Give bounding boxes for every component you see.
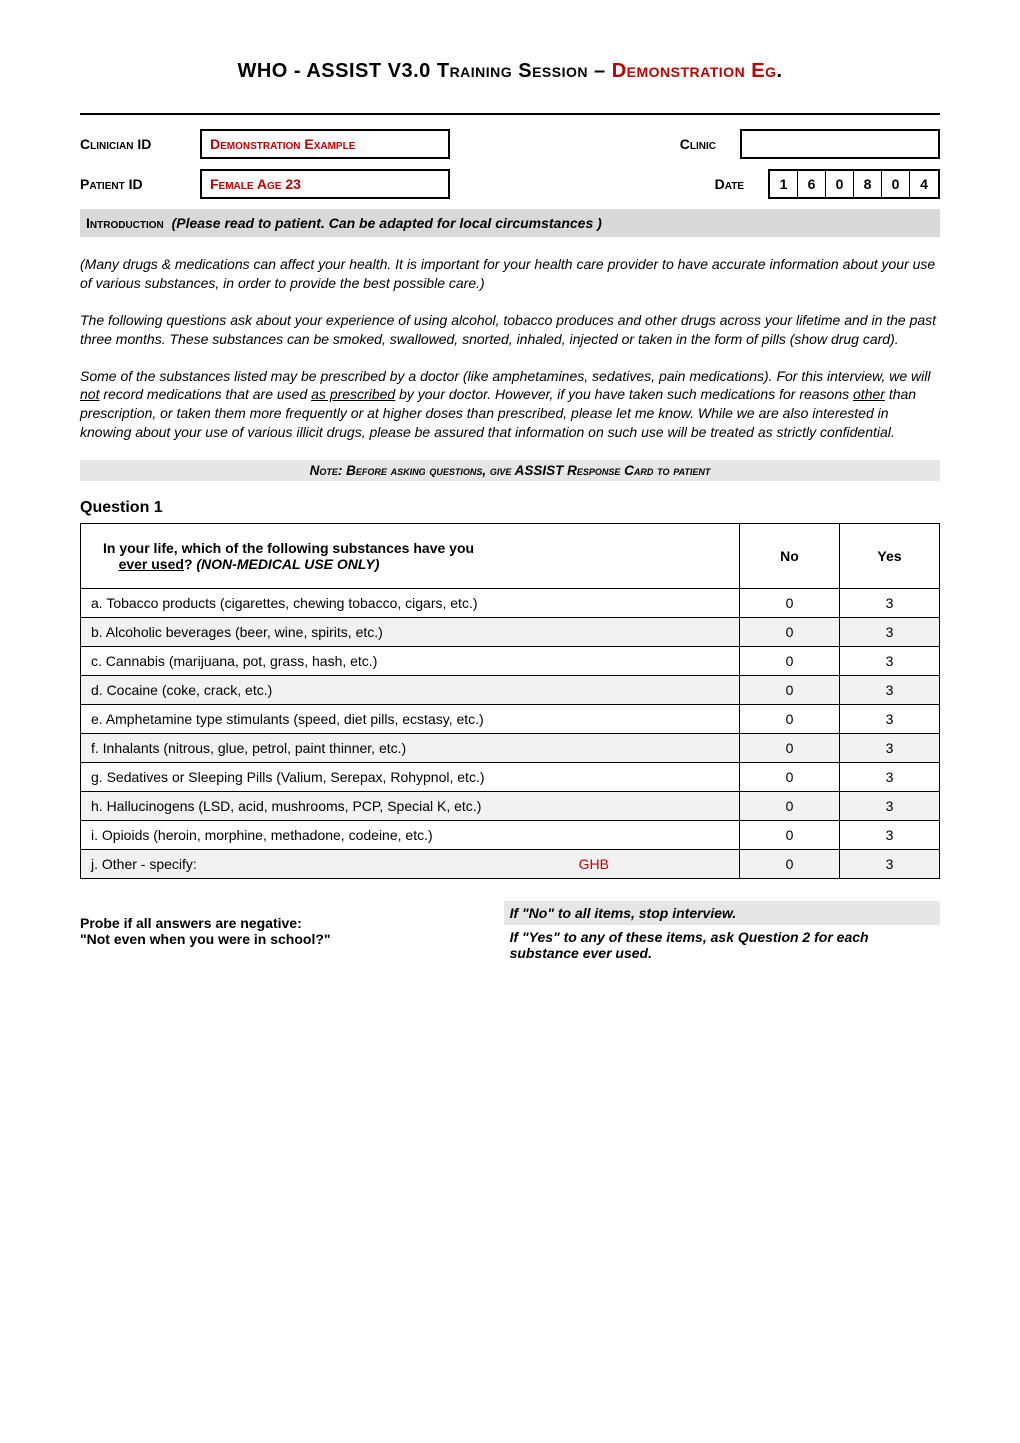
date-cell: 0: [882, 171, 910, 197]
row-no[interactable]: 0: [740, 618, 840, 647]
intro-para-2: The following questions ask about your e…: [80, 311, 940, 349]
clinician-id-field[interactable]: Demonstration Example: [200, 129, 450, 159]
date-cell: 0: [826, 171, 854, 197]
table-row-other: j. Other - specify: GHB 0 3: [81, 850, 940, 879]
table-row: a. Tobacco products (cigarettes, chewing…: [81, 589, 940, 618]
q1-header-text: In your life, which of the following sub…: [81, 524, 740, 589]
probe-line-2: "Not even when you were in school?": [80, 931, 476, 947]
row-yes[interactable]: 3: [840, 850, 940, 879]
clinic-label: Clinic: [680, 136, 716, 152]
footer: Probe if all answers are negative: "Not …: [80, 901, 940, 965]
row-yes[interactable]: 3: [840, 734, 940, 763]
row-label: d. Cocaine (coke, crack, etc.): [81, 676, 740, 705]
row-no[interactable]: 0: [740, 821, 840, 850]
row-label: a. Tobacco products (cigarettes, chewing…: [81, 589, 740, 618]
footer-yes-instruction: If "Yes" to any of these items, ask Ques…: [504, 925, 940, 965]
footer-instructions: If "No" to all items, stop interview. If…: [504, 901, 940, 965]
p3c: by your doctor. However, if you have tak…: [395, 386, 853, 402]
row-no[interactable]: 0: [740, 734, 840, 763]
table-row: h. Hallucinogens (LSD, acid, mushrooms, …: [81, 792, 940, 821]
clinician-label: Clinician ID: [80, 136, 190, 152]
p3a: Some of the substances listed may be pre…: [80, 368, 931, 384]
row-yes[interactable]: 3: [840, 763, 940, 792]
row-yes[interactable]: 3: [840, 792, 940, 821]
intro-para-1: (Many drugs & medications can affect you…: [80, 255, 940, 293]
q1-col-no: No: [740, 524, 840, 589]
table-row: i. Opioids (heroin, morphine, methadone,…: [81, 821, 940, 850]
date-cell: 6: [798, 171, 826, 197]
intro-text: (Please read to patient. Can be adapted …: [172, 215, 602, 231]
q1-hu: ever used: [119, 556, 184, 572]
q1-hem: (NON-MEDICAL USE ONLY): [196, 556, 379, 572]
row-label: f. Inhalants (nitrous, glue, petrol, pai…: [81, 734, 740, 763]
page-title: WHO - ASSIST V3.0 Training Session – Dem…: [80, 60, 940, 83]
table-row: f. Inhalants (nitrous, glue, petrol, pai…: [81, 734, 940, 763]
row-no[interactable]: 0: [740, 792, 840, 821]
question-1-heading: Question 1: [80, 499, 940, 517]
title-divider: [80, 113, 940, 115]
clinician-row: Clinician ID Demonstration Example Clini…: [80, 129, 940, 159]
intro-para-3: Some of the substances listed may be pre…: [80, 367, 940, 443]
probe-line-1: Probe if all answers are negative:: [80, 915, 476, 931]
question-1-table: In your life, which of the following sub…: [80, 523, 940, 879]
patient-row: Patient ID Female Age 23 Date 1 6 0 8 0 …: [80, 169, 940, 199]
q1-ha: In your life, which of the following sub…: [103, 540, 474, 556]
intro-label: Introduction: [86, 215, 164, 231]
table-row: c. Cannabis (marijuana, pot, grass, hash…: [81, 647, 940, 676]
date-cell: 4: [910, 171, 938, 197]
patient-id-field[interactable]: Female Age 23: [200, 169, 450, 199]
date-cell: 1: [770, 171, 798, 197]
row-no[interactable]: 0: [740, 850, 840, 879]
clinician-id-value: Demonstration Example: [210, 136, 355, 152]
other-label: j. Other - specify:: [91, 856, 197, 872]
p3u3: other: [853, 386, 885, 402]
q1-col-yes: Yes: [840, 524, 940, 589]
date-label: Date: [715, 176, 744, 192]
date-cell: 8: [854, 171, 882, 197]
p3u2: as prescribed: [311, 386, 395, 402]
clinic-field[interactable]: [740, 129, 940, 159]
row-yes[interactable]: 3: [840, 647, 940, 676]
row-yes[interactable]: 3: [840, 821, 940, 850]
table-row: g. Sedatives or Sleeping Pills (Valium, …: [81, 763, 940, 792]
footer-probe: Probe if all answers are negative: "Not …: [80, 901, 476, 965]
p3b: record medications that are used: [99, 386, 311, 402]
introduction-band: Introduction (Please read to patient. Ca…: [80, 209, 940, 237]
row-label: e. Amphetamine type stimulants (speed, d…: [81, 705, 740, 734]
date-field[interactable]: 1 6 0 8 0 4: [768, 169, 940, 199]
table-row: d. Cocaine (coke, crack, etc.)03: [81, 676, 940, 705]
footer-no-instruction: If "No" to all items, stop interview.: [504, 901, 940, 925]
row-no[interactable]: 0: [740, 763, 840, 792]
patient-id-value: Female Age 23: [210, 176, 301, 192]
q1-hb: ?: [184, 556, 196, 572]
row-label: c. Cannabis (marijuana, pot, grass, hash…: [81, 647, 740, 676]
note-band: Note: Before asking questions, give ASSI…: [80, 460, 940, 481]
row-label: i. Opioids (heroin, morphine, methadone,…: [81, 821, 740, 850]
title-main: WHO - ASSIST V3.0 Training Session –: [237, 60, 611, 82]
row-no[interactable]: 0: [740, 705, 840, 734]
table-row: e. Amphetamine type stimulants (speed, d…: [81, 705, 940, 734]
other-cell: j. Other - specify: GHB: [81, 850, 740, 879]
row-label: h. Hallucinogens (LSD, acid, mushrooms, …: [81, 792, 740, 821]
other-value[interactable]: GHB: [579, 856, 609, 872]
p3u1: not: [80, 386, 99, 402]
row-yes[interactable]: 3: [840, 705, 940, 734]
patient-label: Patient ID: [80, 176, 190, 192]
row-no[interactable]: 0: [740, 676, 840, 705]
row-yes[interactable]: 3: [840, 676, 940, 705]
table-row: b. Alcoholic beverages (beer, wine, spir…: [81, 618, 940, 647]
row-yes[interactable]: 3: [840, 589, 940, 618]
row-no[interactable]: 0: [740, 647, 840, 676]
row-label: b. Alcoholic beverages (beer, wine, spir…: [81, 618, 740, 647]
row-yes[interactable]: 3: [840, 618, 940, 647]
title-dot: .: [776, 60, 782, 82]
title-red: Demonstration Eg: [612, 60, 777, 82]
row-no[interactable]: 0: [740, 589, 840, 618]
row-label: g. Sedatives or Sleeping Pills (Valium, …: [81, 763, 740, 792]
